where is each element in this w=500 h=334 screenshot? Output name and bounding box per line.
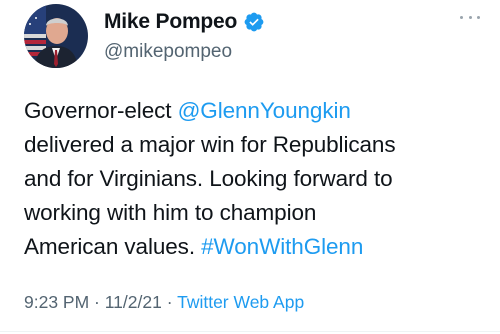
avatar[interactable] [24,4,88,68]
author-handle[interactable]: @mikepompeo [104,41,232,63]
tweet-date[interactable]: 11/2/21 [105,292,162,312]
tweet-line: working with him to champion [24,200,317,225]
mention-link[interactable]: @GlennYoungkin [178,98,351,123]
author-name-row: Mike Pompeo [104,10,265,34]
more-dot [468,15,472,19]
divider [0,331,500,332]
tweet-text-segment: American values. [24,234,202,259]
tweet-line: Governor-elect @GlennYoungkin [24,94,494,128]
meta-separator: · [161,292,178,312]
author-display-name[interactable]: Mike Pompeo [104,10,237,34]
tweet: Mike Pompeo @mikepompeo Governor-elect @… [0,0,500,334]
tweet-metadata: 9:23 PM · 11/2/21 · Twitter Web App [24,292,304,313]
tweet-source-link[interactable]: Twitter Web App [177,292,304,312]
verified-badge-icon [243,11,265,33]
tweet-time[interactable]: 9:23 PM [24,292,89,312]
tweet-line: and for Virginians. Looking forward to [24,166,393,191]
tweet-line: delivered a major win for Republicans [24,132,396,157]
meta-separator: · [89,292,105,312]
tweet-text-segment: Governor-elect [24,98,178,123]
tweet-text: Governor-elect @GlennYoungkin delivered … [24,94,494,264]
more-dot [460,15,463,19]
tweet-line: American values. #WonWithGlenn [24,230,494,264]
hashtag-link[interactable]: #WonWithGlenn [201,234,363,259]
more-dot [477,15,480,19]
more-options-icon[interactable] [460,12,480,22]
